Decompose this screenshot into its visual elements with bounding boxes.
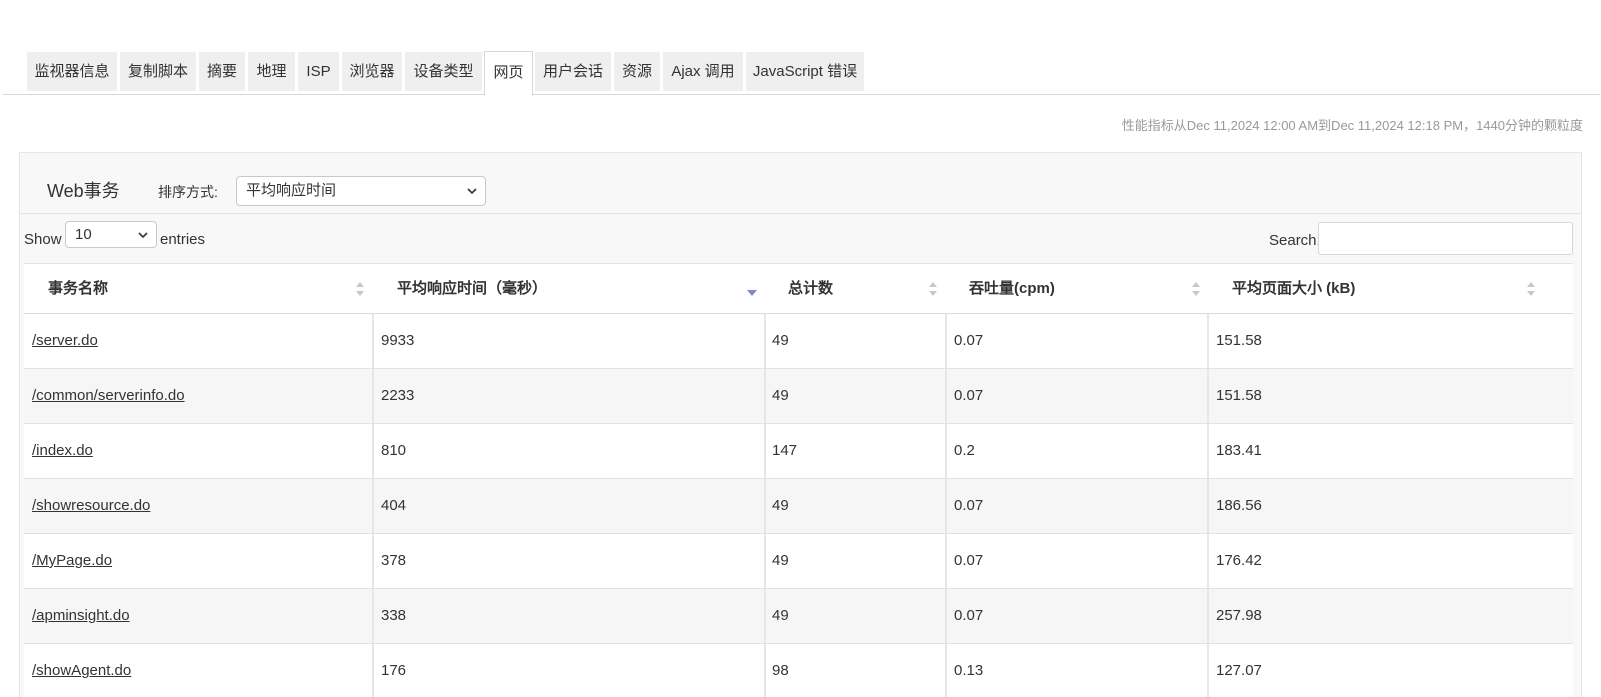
total-count-cell: 49 xyxy=(772,552,789,569)
table-row: /showresource.do 404 49 0.07 186.56 xyxy=(24,479,1573,534)
transaction-link[interactable]: /index.do xyxy=(32,442,93,459)
tab-monitor-info[interactable]: 监视器信息 xyxy=(27,52,117,91)
throughput-cell: 0.13 xyxy=(954,662,984,679)
entries-label: entries xyxy=(160,231,206,248)
tab-copy-script[interactable]: 复制脚本 xyxy=(120,52,196,91)
page-length-select[interactable]: 10 xyxy=(65,221,157,248)
panel-title: Web事务 xyxy=(47,181,120,201)
show-label: Show xyxy=(24,231,62,248)
sort-both-icon xyxy=(356,282,364,296)
total-count-cell: 49 xyxy=(772,497,789,514)
transactions-table: 事务名称 平均响应时间（毫秒） 总计数 吞吐量(cpm) 平均页面大小 (kB)… xyxy=(24,263,1573,697)
total-count-cell: 147 xyxy=(772,442,798,459)
page-length-value: 10 xyxy=(75,226,92,243)
total-count-cell: 98 xyxy=(772,662,789,679)
panel-header: Web事务 排序方式: 平均响应时间 xyxy=(20,153,1581,214)
tab-bar: 监视器信息 复制脚本 摘要 地理 ISP 浏览器 设备类型 网页 用户会话 资源… xyxy=(3,51,1600,96)
table-row: /index.do 810 147 0.2 183.41 xyxy=(24,424,1573,479)
avg-page-size-cell: 151.58 xyxy=(1216,387,1262,404)
avg-response-time-cell: 2233 xyxy=(381,387,415,404)
search-label: Search: xyxy=(1269,232,1321,249)
transaction-name-cell: /showresource.do xyxy=(32,479,150,533)
col-header-avg-page-size[interactable]: 平均页面大小 (kB) xyxy=(1232,264,1355,314)
transaction-link[interactable]: /apminsight.do xyxy=(32,607,130,624)
avg-page-size-cell: 186.56 xyxy=(1216,497,1262,514)
performance-period-note: 性能指标从Dec 11,2024 12:00 AM到Dec 11,2024 12… xyxy=(1121,118,1583,133)
table-header: 事务名称 平均响应时间（毫秒） 总计数 吞吐量(cpm) 平均页面大小 (kB) xyxy=(24,263,1573,314)
transaction-name-cell: /server.do xyxy=(32,314,98,368)
sort-by-value: 平均响应时间 xyxy=(246,182,337,199)
tab-browser[interactable]: 浏览器 xyxy=(342,52,402,91)
tab-summary[interactable]: 摘要 xyxy=(199,52,245,91)
chevron-down-icon xyxy=(138,232,148,239)
transaction-name-cell: /index.do xyxy=(32,424,93,478)
throughput-cell: 0.07 xyxy=(954,552,984,569)
avg-response-time-cell: 404 xyxy=(381,497,407,514)
transaction-link[interactable]: /MyPage.do xyxy=(32,552,112,569)
transaction-link[interactable]: /showAgent.do xyxy=(32,662,131,679)
tab-user-sessions[interactable]: 用户会话 xyxy=(535,52,611,91)
transaction-link[interactable]: /showresource.do xyxy=(32,497,150,514)
table-row: /apminsight.do 338 49 0.07 257.98 xyxy=(24,589,1573,644)
sort-by-select[interactable]: 平均响应时间 xyxy=(236,176,486,206)
tab-isp[interactable]: ISP xyxy=(298,52,339,91)
throughput-cell: 0.2 xyxy=(954,442,975,459)
sort-by-label: 排序方式: xyxy=(158,184,218,200)
tab-webpage[interactable]: 网页 xyxy=(484,51,533,96)
total-count-cell: 49 xyxy=(772,607,789,624)
tab-geo[interactable]: 地理 xyxy=(248,52,295,91)
transaction-link[interactable]: /server.do xyxy=(32,332,98,349)
total-count-cell: 49 xyxy=(772,332,789,349)
avg-response-time-cell: 176 xyxy=(381,662,407,679)
search-input[interactable] xyxy=(1318,222,1573,255)
transaction-name-cell: /showAgent.do xyxy=(32,644,131,697)
avg-page-size-cell: 183.41 xyxy=(1216,442,1262,459)
transaction-name-cell: /common/serverinfo.do xyxy=(32,369,185,423)
col-header-avg-response-time[interactable]: 平均响应时间（毫秒） xyxy=(397,264,547,314)
tab-device-type[interactable]: 设备类型 xyxy=(405,52,482,91)
chevron-down-icon xyxy=(467,188,477,195)
avg-page-size-cell: 127.07 xyxy=(1216,662,1262,679)
total-count-cell: 49 xyxy=(772,387,789,404)
throughput-cell: 0.07 xyxy=(954,387,984,404)
sort-both-icon xyxy=(929,282,937,296)
col-header-transaction-name[interactable]: 事务名称 xyxy=(48,264,108,314)
sort-desc-icon xyxy=(747,290,757,296)
throughput-cell: 0.07 xyxy=(954,497,984,514)
avg-page-size-cell: 151.58 xyxy=(1216,332,1262,349)
avg-response-time-cell: 338 xyxy=(381,607,407,624)
transaction-link[interactable]: /common/serverinfo.do xyxy=(32,387,185,404)
throughput-cell: 0.07 xyxy=(954,332,984,349)
sort-both-icon xyxy=(1192,282,1200,296)
avg-response-time-cell: 378 xyxy=(381,552,407,569)
tab-javascript-errors[interactable]: JavaScript 错误 xyxy=(746,52,864,91)
tab-ajax-calls[interactable]: Ajax 调用 xyxy=(663,52,743,91)
avg-page-size-cell: 257.98 xyxy=(1216,607,1262,624)
avg-page-size-cell: 176.42 xyxy=(1216,552,1262,569)
table-row: /showAgent.do 176 98 0.13 127.07 xyxy=(24,644,1573,697)
sort-both-icon xyxy=(1527,282,1535,296)
avg-response-time-cell: 9933 xyxy=(381,332,415,349)
table-row: /MyPage.do 378 49 0.07 176.42 xyxy=(24,534,1573,589)
col-header-total-count[interactable]: 总计数 xyxy=(788,264,833,314)
transaction-name-cell: /MyPage.do xyxy=(32,534,112,588)
tab-resources[interactable]: 资源 xyxy=(614,52,660,91)
transaction-name-cell: /apminsight.do xyxy=(32,589,130,643)
table-row: /common/serverinfo.do 2233 49 0.07 151.5… xyxy=(24,369,1573,424)
table-row: /server.do 9933 49 0.07 151.58 xyxy=(24,314,1573,369)
throughput-cell: 0.07 xyxy=(954,607,984,624)
avg-response-time-cell: 810 xyxy=(381,442,407,459)
col-header-throughput[interactable]: 吞吐量(cpm) xyxy=(969,264,1055,314)
